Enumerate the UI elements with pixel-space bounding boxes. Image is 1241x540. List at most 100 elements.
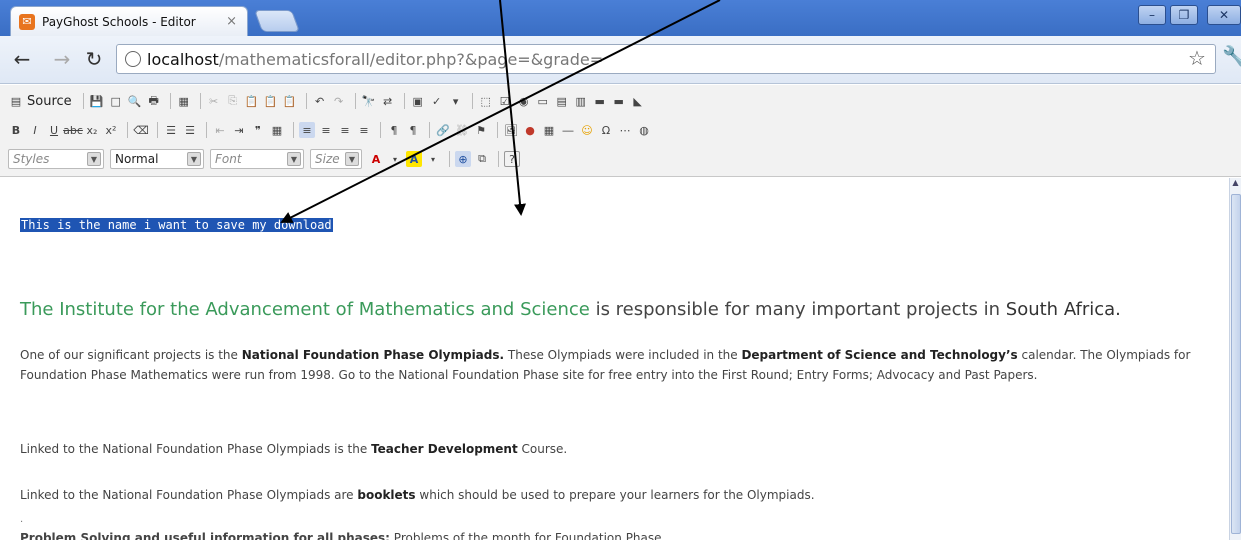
subscript-icon[interactable]: x₂ bbox=[84, 122, 100, 138]
text-color-menu-icon[interactable]: ▾ bbox=[387, 151, 403, 167]
smiley-icon[interactable]: ☺ bbox=[579, 122, 595, 138]
ltr-icon[interactable]: ¶ bbox=[386, 122, 402, 138]
separator bbox=[498, 151, 499, 167]
blockquote-icon[interactable]: ❞ bbox=[250, 122, 266, 138]
templates-icon[interactable]: ▦ bbox=[176, 93, 192, 109]
iframe-icon[interactable]: ◍ bbox=[636, 122, 652, 138]
bg-color-icon[interactable]: A bbox=[406, 151, 422, 167]
spellcheck-icon[interactable]: ✓ bbox=[429, 93, 445, 109]
superscript-icon[interactable]: x² bbox=[103, 122, 119, 138]
scroll-up-icon[interactable]: ▲ bbox=[1230, 178, 1241, 190]
close-window-button[interactable]: ✕ bbox=[1207, 5, 1241, 25]
forward-icon[interactable]: → bbox=[50, 47, 74, 71]
print-icon[interactable]: 🖶 bbox=[146, 93, 162, 109]
paste-text-icon[interactable]: 📋 bbox=[263, 93, 279, 109]
font-combo[interactable]: Font ▼ bbox=[210, 149, 304, 169]
strike-icon[interactable]: abc bbox=[63, 122, 83, 138]
justify-icon[interactable]: ≡ bbox=[356, 122, 372, 138]
textarea-icon[interactable]: ▤ bbox=[554, 93, 570, 109]
paste-word-icon[interactable]: 📋 bbox=[282, 93, 298, 109]
imagebutton-icon[interactable]: ▬ bbox=[611, 93, 627, 109]
align-center-icon[interactable]: ≡ bbox=[318, 122, 334, 138]
flash-icon[interactable]: ● bbox=[522, 122, 538, 138]
align-right-icon[interactable]: ≡ bbox=[337, 122, 353, 138]
undo-icon[interactable]: ↶ bbox=[312, 93, 328, 109]
wrench-icon[interactable]: 🔧 bbox=[1222, 44, 1241, 68]
vertical-scrollbar[interactable]: ▲ bbox=[1229, 178, 1241, 540]
preview-icon[interactable]: 🔍 bbox=[127, 93, 143, 109]
new-page-icon[interactable]: □ bbox=[108, 93, 124, 109]
div-container-icon[interactable]: ▦ bbox=[269, 122, 285, 138]
rtl-icon[interactable]: ¶ bbox=[405, 122, 421, 138]
redo-icon[interactable]: ↷ bbox=[331, 93, 347, 109]
show-blocks-icon[interactable]: ⧉ bbox=[474, 151, 490, 167]
unlink-icon[interactable]: ⛓ bbox=[454, 122, 470, 138]
save-icon[interactable]: 💾 bbox=[89, 93, 105, 109]
url-path: /mathematicsforall/editor.php?&page=&gra… bbox=[218, 49, 604, 69]
indent-icon[interactable]: ⇥ bbox=[231, 122, 247, 138]
copy-icon[interactable]: ⎘ bbox=[225, 93, 241, 109]
back-icon[interactable]: ← bbox=[10, 47, 34, 71]
link-icon[interactable]: 🔗 bbox=[435, 122, 451, 138]
url-host: localhost bbox=[147, 49, 219, 69]
format-combo[interactable]: Normal ▼ bbox=[110, 149, 204, 169]
bg-color-menu-icon[interactable]: ▾ bbox=[425, 151, 441, 167]
para2-text-c: Course. bbox=[517, 442, 568, 456]
paste-icon[interactable]: 📋 bbox=[244, 93, 260, 109]
remove-format-icon[interactable]: ⌫ bbox=[133, 122, 149, 138]
para1-text-c: These Olympiads were included in the bbox=[504, 348, 742, 362]
separator bbox=[127, 122, 128, 138]
para1-bold-d: Department of Science and Technology’s bbox=[741, 348, 1018, 362]
minimize-button[interactable]: – bbox=[1138, 5, 1166, 25]
selected-text[interactable]: This is the name i want to save my downl… bbox=[20, 218, 333, 232]
select-all-icon[interactable]: ▣ bbox=[410, 93, 426, 109]
maximize-editor-icon[interactable]: ⊕ bbox=[455, 151, 471, 167]
find-icon[interactable]: 🔭 bbox=[361, 93, 377, 109]
reload-icon[interactable]: ↻ bbox=[82, 47, 106, 71]
source-button[interactable]: Source bbox=[27, 94, 72, 109]
italic-icon[interactable]: I bbox=[27, 122, 43, 138]
cut-icon[interactable]: ✂ bbox=[206, 93, 222, 109]
anchor-icon[interactable]: ⚑ bbox=[473, 122, 489, 138]
bulleted-list-icon[interactable]: ☰ bbox=[182, 122, 198, 138]
new-tab-button[interactable] bbox=[253, 10, 301, 32]
navigation-bar: ← → ↻ localhost/mathematicsforall/editor… bbox=[0, 36, 1241, 84]
replace-icon[interactable]: ⇄ bbox=[380, 93, 396, 109]
maximize-button[interactable]: ❐ bbox=[1170, 5, 1198, 25]
select-field-icon[interactable]: ▥ bbox=[573, 93, 589, 109]
underline-icon[interactable]: U bbox=[46, 122, 62, 138]
horizontal-rule-icon[interactable]: ― bbox=[560, 122, 576, 138]
text-color-icon[interactable]: A bbox=[368, 151, 384, 167]
checkbox-icon[interactable]: ☑ bbox=[497, 93, 513, 109]
editor-content[interactable]: This is the name i want to save my downl… bbox=[0, 178, 1229, 540]
styles-combo[interactable]: Styles ▼ bbox=[8, 149, 104, 169]
styles-combo-label: Styles bbox=[13, 152, 50, 166]
editor-toolbar: ▤ Source 💾 □ 🔍 🖶 ▦ ✂ ⎘ 📋 📋 📋 ↶ ↷ 🔭 ⇄ ▣ ✓… bbox=[0, 85, 1241, 177]
image-icon[interactable]: 🖼 bbox=[503, 122, 519, 138]
browser-tab[interactable]: ✉ PayGhost Schools - Editor × bbox=[10, 6, 248, 36]
textfield-icon[interactable]: ▭ bbox=[535, 93, 551, 109]
spellcheck-menu-icon[interactable]: ▾ bbox=[448, 93, 464, 109]
radio-icon[interactable]: ◉ bbox=[516, 93, 532, 109]
size-combo[interactable]: Size ▼ bbox=[310, 149, 362, 169]
scrollbar-thumb[interactable] bbox=[1231, 194, 1241, 534]
numbered-list-icon[interactable]: ☰ bbox=[163, 122, 179, 138]
about-icon[interactable]: ? bbox=[504, 151, 520, 167]
page-icon bbox=[125, 51, 141, 67]
form-icon[interactable]: ⬚ bbox=[478, 93, 494, 109]
bold-icon[interactable]: B bbox=[8, 122, 24, 138]
outdent-icon[interactable]: ⇤ bbox=[212, 122, 228, 138]
bookmark-star-icon[interactable]: ☆ bbox=[1188, 46, 1206, 70]
para3-text-c: which should be used to prepare your lea… bbox=[415, 488, 815, 502]
table-icon[interactable]: ▦ bbox=[541, 122, 557, 138]
tab-close-icon[interactable]: × bbox=[226, 14, 237, 29]
page-break-icon[interactable]: ⋯ bbox=[617, 122, 633, 138]
intro-heading: The Institute for the Advancement of Mat… bbox=[20, 299, 1121, 320]
title-bar: ✉ PayGhost Schools - Editor × – ❐ ✕ bbox=[0, 0, 1241, 36]
align-left-icon[interactable]: ≡ bbox=[299, 122, 315, 138]
cutoff-bold: Problem Solving and useful information f… bbox=[20, 531, 390, 540]
address-bar[interactable]: localhost/mathematicsforall/editor.php?&… bbox=[116, 44, 1216, 74]
special-char-icon[interactable]: Ω bbox=[598, 122, 614, 138]
button-field-icon[interactable]: ▬ bbox=[592, 93, 608, 109]
hidden-field-icon[interactable]: ◣ bbox=[630, 93, 646, 109]
